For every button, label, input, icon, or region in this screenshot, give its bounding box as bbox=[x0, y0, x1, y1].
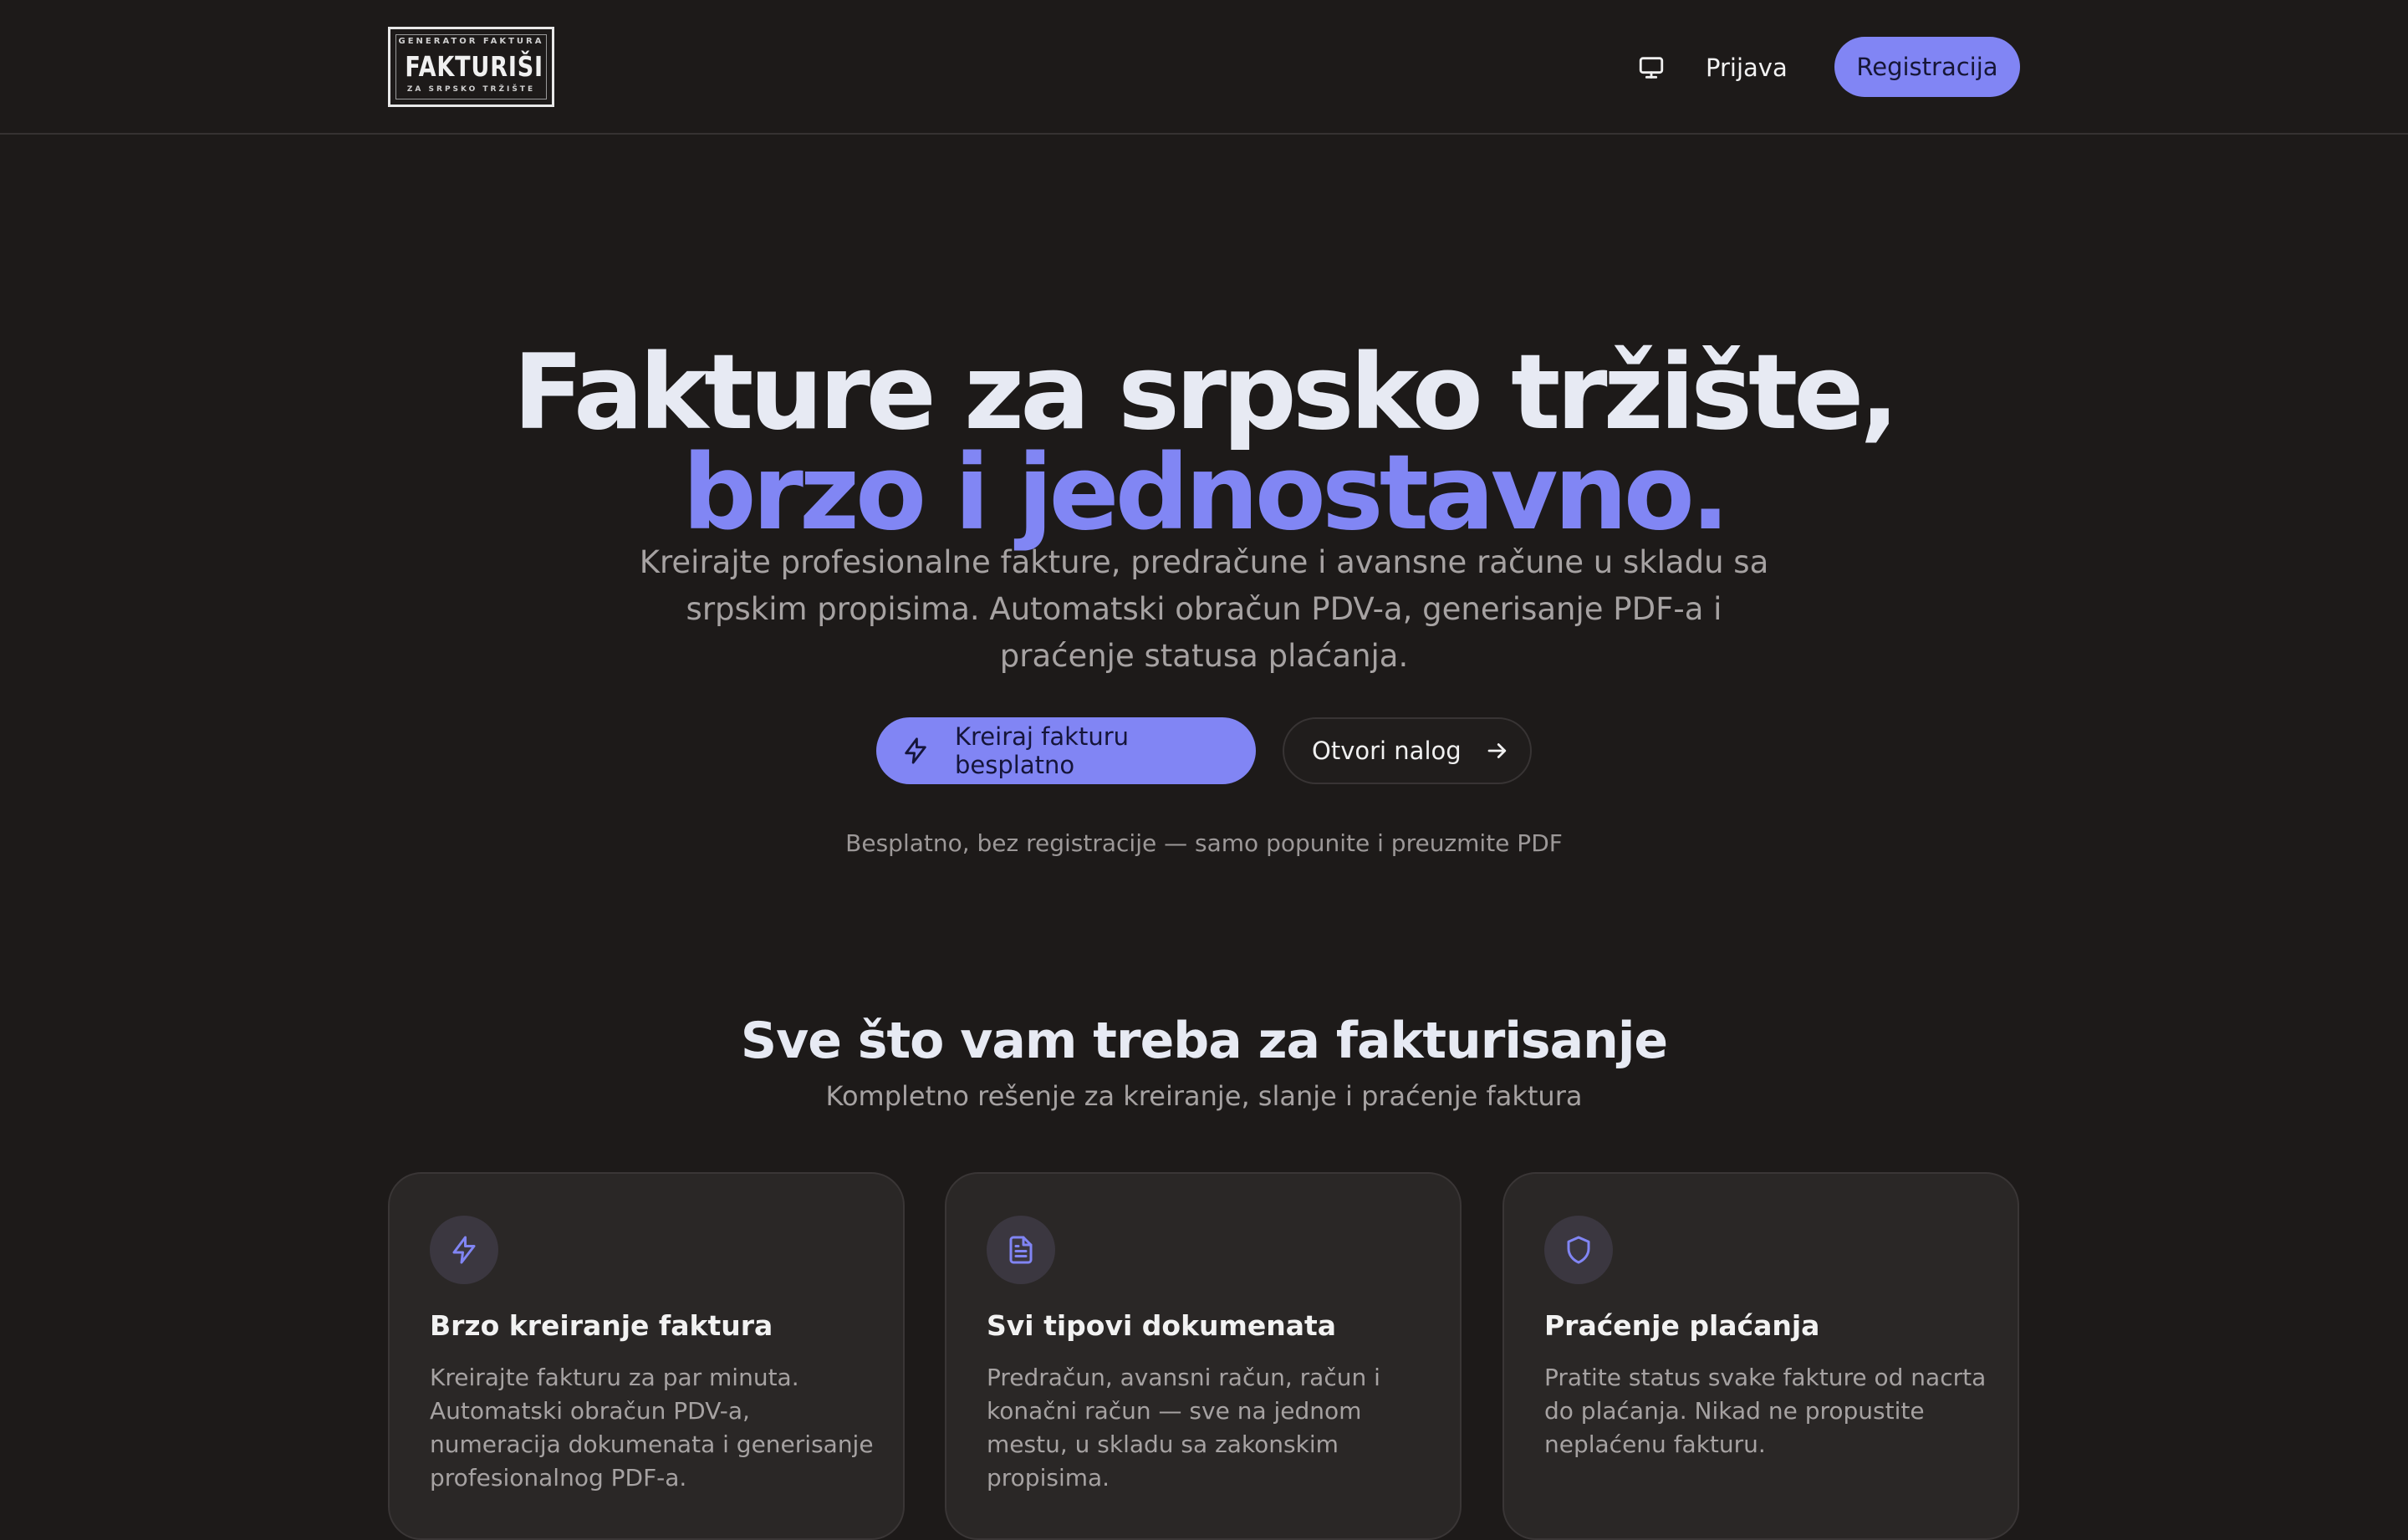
login-link[interactable]: Prijava bbox=[1706, 47, 1788, 89]
features-subtitle: Kompletno rešenje za kreiranje, slanje i… bbox=[825, 1080, 1583, 1112]
logo-wordmark: FAKTURIŠI bbox=[405, 50, 543, 83]
register-button[interactable]: Registracija bbox=[1834, 37, 2020, 97]
feature-card-document-types: Svi tipovi dokumenata Predračun, avansni… bbox=[945, 1172, 1462, 1540]
monitor-icon bbox=[1639, 57, 1664, 79]
site-header: GENERATOR FAKTURA FAKTURIŠI ZA SRPSKO TR… bbox=[0, 0, 2408, 135]
logo-tagline-bottom: ZA SRPSKO TRŽIŠTE bbox=[406, 85, 536, 94]
lightning-icon bbox=[901, 737, 930, 765]
features-title: Sve što vam treba za fakturisanje bbox=[740, 1011, 1668, 1070]
feature-card-text: Pratite status svake fakture od nacrta d… bbox=[1544, 1364, 1987, 1458]
feature-card-fast-creation: Brzo kreiranje faktura Kreirajte fakturu… bbox=[388, 1172, 905, 1540]
arrow-right-icon bbox=[1485, 738, 1510, 763]
feature-card-title: Svi tipovi dokumenata bbox=[987, 1309, 1337, 1342]
hero-title-line-2: brzo i jednostavno. bbox=[681, 433, 1730, 554]
open-account-label: Otvori nalog bbox=[1312, 737, 1462, 765]
create-invoice-button[interactable]: Kreiraj fakturu besplatno bbox=[876, 717, 1256, 784]
feature-card-title: Brzo kreiranje faktura bbox=[430, 1309, 773, 1342]
document-icon bbox=[987, 1216, 1055, 1284]
hero-subtitle: Kreirajte profesionalne fakture, predrač… bbox=[639, 544, 1769, 674]
feature-card-title: Praćenje plaćanja bbox=[1544, 1309, 1820, 1342]
logo-tagline-top: GENERATOR FAKTURA bbox=[398, 37, 544, 46]
feature-card-payment-tracking: Praćenje plaćanja Pratite status svake f… bbox=[1502, 1172, 2019, 1540]
create-invoice-label: Kreiraj fakturu besplatno bbox=[955, 722, 1129, 779]
shield-icon bbox=[1544, 1216, 1613, 1284]
feature-card-text: Predračun, avansni račun, račun i konačn… bbox=[987, 1364, 1380, 1492]
lightning-icon bbox=[430, 1216, 498, 1284]
feature-card-text: Kreirajte fakturu za par minuta. Automat… bbox=[430, 1364, 874, 1492]
cta-note: Besplatno, bez registracije — samo popun… bbox=[845, 829, 1563, 857]
theme-toggle-button[interactable] bbox=[1632, 48, 1671, 87]
open-account-button[interactable]: Otvori nalog bbox=[1283, 717, 1532, 784]
logo[interactable]: GENERATOR FAKTURA FAKTURIŠI ZA SRPSKO TR… bbox=[388, 27, 554, 107]
